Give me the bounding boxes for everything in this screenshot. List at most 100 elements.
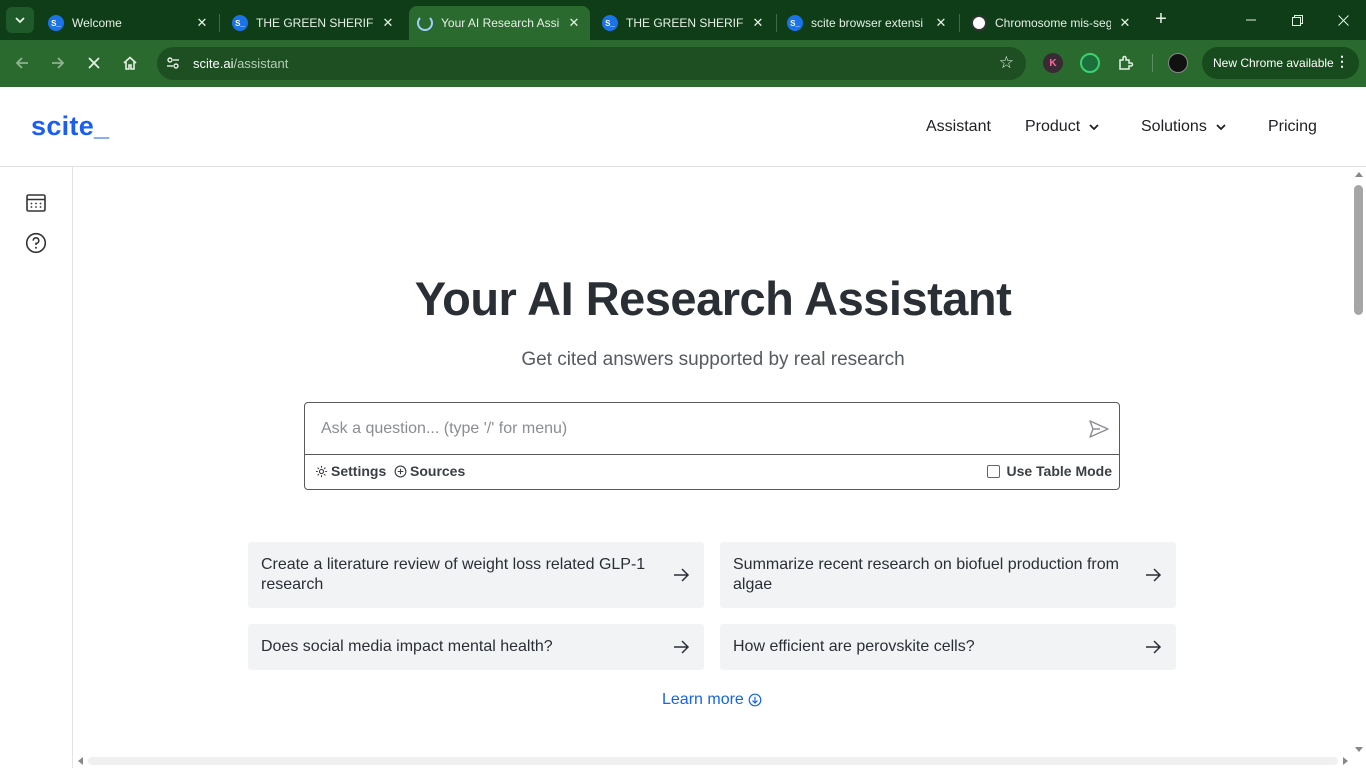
extension-k-icon[interactable]: K (1043, 53, 1063, 73)
new-chrome-label: New Chrome available (1213, 56, 1334, 70)
scrollbar-thumb[interactable] (1354, 185, 1363, 315)
vertical-scrollbar[interactable] (1352, 167, 1366, 754)
tab-separator (776, 14, 777, 32)
suggestion-card[interactable]: How efficient are perovskite cells? (720, 624, 1176, 670)
table-mode-checkbox[interactable] (987, 464, 1001, 478)
sources-button[interactable]: Sources (394, 463, 465, 479)
site-settings-icon[interactable] (165, 55, 181, 71)
more-vert-icon[interactable]: ⋮ (1335, 53, 1349, 70)
table-mode-toggle[interactable]: Use Table Mode (987, 463, 1112, 479)
scroll-down-arrow[interactable] (1355, 747, 1363, 752)
url-host: scite.ai (193, 56, 234, 71)
arrow-right-icon (674, 568, 690, 582)
tab-title: Your AI Research Assi (441, 16, 560, 30)
sources-label: Sources (410, 463, 466, 479)
calendar-icon[interactable] (25, 192, 47, 214)
learn-more-link[interactable]: Learn more (662, 691, 762, 709)
arrow-right-icon (1146, 568, 1162, 582)
profile-avatar[interactable] (1168, 53, 1188, 73)
close-window-button[interactable] (1320, 0, 1366, 40)
address-bar[interactable]: scite.ai/assistant ☆ (157, 47, 1026, 80)
chevron-down-icon (15, 17, 25, 24)
suggestion-text: Summarize recent research on biofuel pro… (733, 556, 1119, 593)
close-icon[interactable]: ✕ (380, 15, 396, 31)
tab-title: Welcome (72, 16, 122, 30)
globe-icon (971, 15, 987, 31)
arrow-down-circle-icon (748, 693, 762, 707)
url-path: /assistant (233, 56, 289, 71)
scite-icon: S_ (602, 15, 618, 31)
scite-icon: S_ (787, 15, 803, 31)
horizontal-scrollbar[interactable] (74, 754, 1352, 768)
forward-button[interactable] (44, 49, 72, 77)
back-button[interactable] (8, 49, 36, 77)
close-icon[interactable]: ✕ (194, 15, 210, 31)
learn-more-label: Learn more (662, 691, 744, 708)
scroll-left-arrow[interactable] (78, 757, 83, 765)
gear-icon (315, 465, 328, 477)
ask-question-box: Settings Sources Use Table Mode (304, 402, 1120, 490)
suggestion-text: Create a literature review of weight los… (261, 556, 646, 593)
scite-logo[interactable]: scite_ (31, 111, 109, 142)
page-subtitle: Get cited answers supported by real rese… (521, 349, 905, 370)
askbox-divider (305, 454, 1119, 455)
scrollbar-track[interactable] (88, 757, 1338, 765)
extension-green-icon[interactable] (1080, 53, 1100, 73)
tab-ai-research-assistant[interactable]: Your AI Research Assi ✕ (409, 6, 590, 40)
close-icon[interactable]: ✕ (750, 15, 766, 31)
close-icon[interactable]: ✕ (1117, 15, 1133, 31)
scroll-right-arrow[interactable] (1343, 757, 1348, 765)
tab-title: Chromosome mis-seg (995, 16, 1111, 30)
site-header: scite_ Assistant Product Solutions Prici… (0, 87, 1366, 167)
new-chrome-available-button[interactable]: New Chrome available ⋮ (1202, 47, 1359, 79)
tab-chromosome[interactable]: Chromosome mis-seg ✕ (963, 6, 1141, 40)
minimize-icon (1246, 19, 1256, 21)
nav-assistant[interactable]: Assistant (926, 118, 991, 136)
scroll-up-arrow[interactable] (1355, 172, 1363, 177)
arrow-left-icon (15, 57, 28, 69)
scite-icon: S_ (48, 15, 64, 31)
tab-strip: S_ Welcome ✕ S_ THE GREEN SHERIFFS ✕ You… (0, 0, 1366, 40)
close-icon[interactable]: ✕ (933, 15, 949, 31)
settings-button[interactable]: Settings (315, 463, 386, 479)
extensions-puzzle-icon[interactable] (1116, 53, 1136, 73)
suggestion-card[interactable]: Does social media impact mental health? (248, 624, 704, 670)
home-icon (123, 56, 137, 70)
new-tab-button[interactable]: + (1150, 8, 1172, 30)
home-button[interactable] (116, 49, 144, 77)
ask-question-input[interactable] (305, 403, 1085, 454)
tab-title: THE GREEN SHERIFFS (626, 16, 744, 30)
tab-search-button[interactable] (6, 7, 34, 33)
tab-green-sheriffs-1[interactable]: S_ THE GREEN SHERIFFS ✕ (224, 6, 404, 40)
stop-loading-button[interactable] (80, 49, 108, 77)
nav-product[interactable]: Product (1025, 118, 1099, 136)
suggestion-card[interactable]: Create a literature review of weight los… (248, 542, 704, 608)
tab-green-sheriffs-2[interactable]: S_ THE GREEN SHERIFFS ✕ (594, 6, 774, 40)
arrow-right-icon (52, 57, 65, 69)
chevron-down-icon (1089, 124, 1099, 131)
restore-icon (1291, 14, 1303, 26)
restore-button[interactable] (1274, 0, 1320, 40)
close-icon[interactable]: ✕ (566, 15, 582, 31)
loading-icon (417, 15, 433, 31)
toolbar-divider (1152, 54, 1153, 72)
browser-toolbar: scite.ai/assistant ☆ K New Chrome availa… (0, 40, 1366, 87)
settings-label: Settings (331, 463, 387, 479)
tab-scite-extension[interactable]: S_ scite browser extensi ✕ (779, 6, 957, 40)
nav-pricing[interactable]: Pricing (1268, 118, 1317, 136)
minimize-button[interactable] (1228, 0, 1274, 40)
suggestion-card[interactable]: Summarize recent research on biofuel pro… (720, 542, 1176, 608)
tab-welcome[interactable]: S_ Welcome ✕ (40, 6, 218, 40)
chevron-down-icon (1216, 124, 1226, 131)
scite-icon: S_ (232, 15, 248, 31)
tab-title: THE GREEN SHERIFFS (256, 16, 374, 30)
help-icon[interactable] (25, 232, 47, 254)
bookmark-star-icon[interactable]: ☆ (999, 53, 1014, 73)
suggestion-text: Does social media impact mental health? (261, 638, 553, 655)
tab-separator (959, 14, 960, 32)
send-icon[interactable] (1088, 418, 1110, 440)
arrow-right-icon (674, 640, 690, 654)
nav-label: Pricing (1268, 118, 1317, 135)
nav-label: Product (1025, 118, 1081, 135)
nav-solutions[interactable]: Solutions (1141, 118, 1226, 136)
